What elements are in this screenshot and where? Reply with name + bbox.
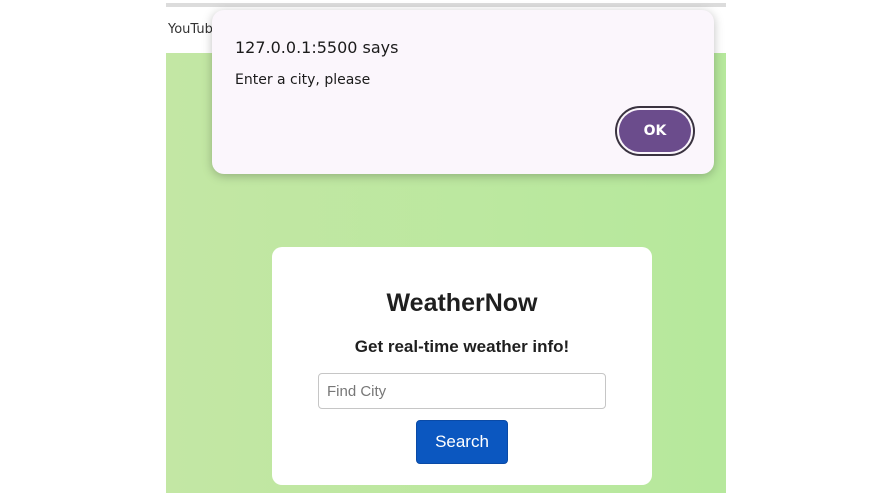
ok-button[interactable]: OK	[615, 106, 695, 156]
weather-card: WeatherNow Get real-time weather info! S…	[272, 247, 652, 485]
bookmark-youtube[interactable]: YouTub	[168, 22, 213, 37]
alert-dialog: 127.0.0.1:5500 says Enter a city, please…	[212, 10, 714, 174]
city-search-input[interactable]	[318, 373, 606, 409]
search-button[interactable]: Search	[416, 420, 508, 464]
alert-dialog-message: Enter a city, please	[235, 72, 371, 88]
app-subtitle: Get real-time weather info!	[354, 337, 570, 356]
alert-dialog-title: 127.0.0.1:5500 says	[235, 38, 399, 57]
app-title: WeatherNow	[386, 289, 538, 317]
toolbar-divider	[166, 3, 726, 7]
ok-button-label: OK	[619, 110, 691, 152]
